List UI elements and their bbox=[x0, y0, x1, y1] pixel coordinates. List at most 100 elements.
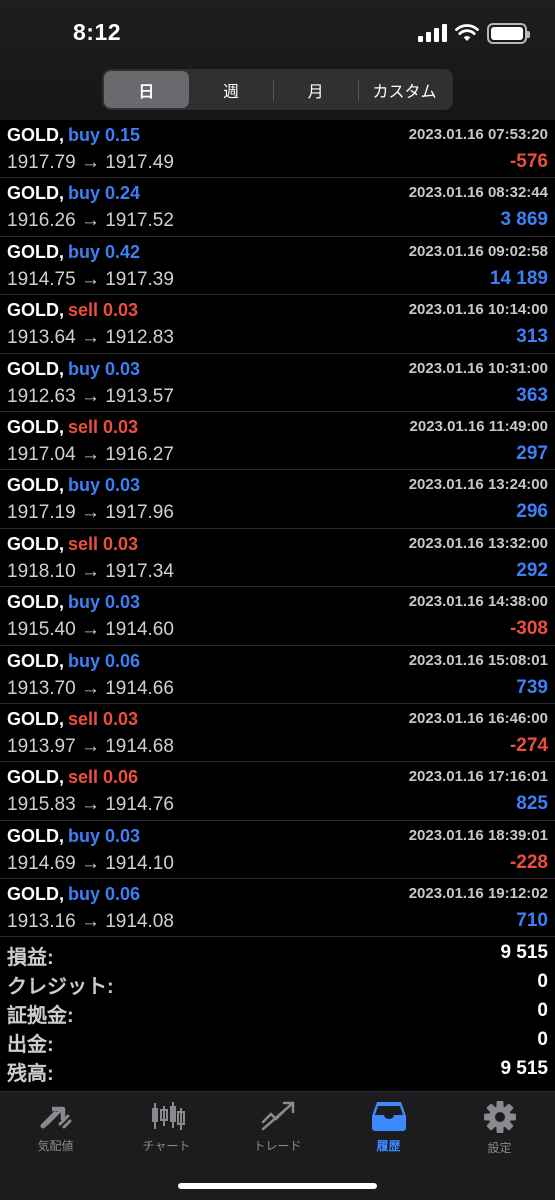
settings-icon bbox=[483, 1101, 516, 1133]
trade-row[interactable]: GOLD, sell 0.03 1918.10 → 1917.34 2023.01.1… bbox=[0, 529, 555, 588]
trade-row[interactable]: GOLD, buy 0.06 1913.16 → 1914.08 2023.01.16… bbox=[0, 879, 555, 938]
trade-prices: 1918.10 → 1917.34 bbox=[7, 560, 174, 582]
trade-profit: 3 869 bbox=[500, 209, 548, 231]
period-tab-week[interactable]: 週 bbox=[189, 71, 274, 108]
chart-icon bbox=[151, 1102, 185, 1130]
deal-type-volume: sell 0.03 bbox=[68, 708, 139, 729]
trade-time: 2023.01.16 07:53:20 bbox=[408, 126, 548, 143]
trade-row[interactable]: GOLD, buy 0.06 1913.70 → 1914.66 2023.01.16… bbox=[0, 646, 555, 704]
home-indicator bbox=[178, 1183, 377, 1189]
summary-balance: 残高: 9 515 bbox=[0, 1054, 555, 1085]
summary-value: 9 515 bbox=[500, 942, 548, 963]
tab-label: 気配値 bbox=[37, 1139, 74, 1153]
period-tab-custom[interactable]: カスタム bbox=[357, 71, 451, 108]
trade-time: 2023.01.16 13:32:00 bbox=[408, 534, 548, 552]
trade-time: 2023.01.16 13:24:00 bbox=[408, 476, 548, 494]
status-time: 8:12 bbox=[73, 19, 122, 45]
battery-icon bbox=[487, 22, 530, 44]
tab-quotes[interactable]: 気配値 bbox=[0, 1100, 111, 1154]
symbol-name: GOLD, bbox=[7, 241, 64, 262]
trade-prices: 1915.83 → 1914.76 bbox=[7, 794, 174, 816]
symbol-name: GOLD, bbox=[7, 358, 64, 379]
trade-row[interactable]: GOLD, sell 0.06 1915.83 → 1914.76 2023.01.1… bbox=[0, 762, 555, 821]
trade-profit: 710 bbox=[516, 910, 548, 932]
tab-settings[interactable]: 設定 bbox=[444, 1100, 555, 1156]
trade-row[interactable]: GOLD, buy 0.42 1914.75 → 1917.39 2023.01.16… bbox=[0, 237, 555, 296]
tab-label: トレード bbox=[253, 1139, 302, 1153]
deal-type-volume: sell 0.03 bbox=[68, 300, 139, 321]
summary-credit: クレジット: 0 bbox=[0, 967, 555, 998]
trade-symbol: GOLD, sell 0.06 bbox=[7, 767, 138, 788]
trade-prices: 1915.40 → 1914.60 bbox=[7, 619, 174, 641]
trade-symbol: GOLD, buy 0.06 bbox=[7, 651, 140, 672]
period-segmented-control: 日 週 月 カスタム bbox=[102, 69, 453, 110]
tab-trade[interactable]: トレード bbox=[222, 1100, 333, 1154]
trade-prices: 1917.04 → 1916.27 bbox=[7, 443, 174, 465]
trade-row[interactable]: GOLD, buy 0.03 1915.40 → 1914.60 2023.01.16… bbox=[0, 587, 555, 646]
trade-row[interactable]: GOLD, buy 0.03 1912.63 → 1913.57 2023.01.16… bbox=[0, 354, 555, 412]
trade-row[interactable]: GOLD, buy 0.03 1917.19 → 1917.96 2023.01.16… bbox=[0, 470, 555, 529]
trade-profit: -228 bbox=[509, 851, 548, 873]
trade-symbol: GOLD, buy 0.03 bbox=[7, 475, 140, 496]
trade-symbol: GOLD, buy 0.06 bbox=[7, 884, 140, 905]
trade-profit: 292 bbox=[516, 559, 548, 581]
trade-profit: 296 bbox=[516, 501, 548, 523]
tab-label: 設定 bbox=[487, 1141, 512, 1155]
deal-type-volume: sell 0.03 bbox=[68, 416, 139, 437]
period-tab-month[interactable]: 月 bbox=[273, 71, 358, 108]
summary-value: 9 515 bbox=[500, 1058, 548, 1079]
trade-time: 2023.01.16 18:39:01 bbox=[408, 826, 548, 844]
deal-type-volume: sell 0.03 bbox=[68, 533, 139, 554]
summary-value: 0 bbox=[537, 1000, 548, 1021]
summary-label: クレジット: bbox=[7, 976, 114, 998]
trade-profit: -576 bbox=[509, 151, 548, 172]
trade-prices: 1913.97 → 1914.68 bbox=[7, 735, 174, 757]
cellular-signal-icon bbox=[418, 24, 447, 42]
wifi-icon bbox=[455, 24, 479, 41]
trade-row[interactable]: GOLD, sell 0.03 1913.64 → 1912.83 2023.01.1… bbox=[0, 295, 555, 354]
summary: 損益: 9 515 クレジット: 0 証拠金: 0 出金: 0 残高: 9 51… bbox=[0, 938, 555, 1085]
trade-prices: 1917.79 → 1917.49 bbox=[7, 152, 174, 173]
deal-type-volume: buy 0.42 bbox=[68, 241, 141, 262]
trade-time: 2023.01.16 16:46:00 bbox=[408, 709, 548, 727]
trade-symbol: GOLD, buy 0.03 bbox=[7, 826, 140, 847]
trade-time: 2023.01.16 19:12:02 bbox=[408, 885, 548, 903]
trade-time: 2023.01.16 10:14:00 bbox=[408, 301, 548, 319]
symbol-name: GOLD, bbox=[7, 825, 64, 846]
deal-type-volume: buy 0.03 bbox=[68, 825, 141, 846]
trade-row[interactable]: GOLD, sell 0.03 1913.97 → 1914.68 2023.01.1… bbox=[0, 704, 555, 763]
trade-symbol: GOLD, sell 0.03 bbox=[7, 417, 138, 438]
summary-label: 残高: bbox=[7, 1063, 54, 1085]
period-tab-day[interactable]: 日 bbox=[104, 71, 189, 108]
trade-prices: 1914.69 → 1914.10 bbox=[7, 852, 174, 874]
trade-symbol: GOLD, sell 0.03 bbox=[7, 534, 138, 555]
tab-label: チャート bbox=[142, 1139, 191, 1153]
trade-row[interactable]: GOLD, sell 0.03 1917.04 → 1916.27 2023.01.1… bbox=[0, 412, 555, 471]
trade-profit: 739 bbox=[516, 676, 548, 698]
tab-chart[interactable]: チャート bbox=[111, 1100, 222, 1154]
summary-margin: 証拠金: 0 bbox=[0, 996, 555, 1027]
trade-time: 2023.01.16 11:49:00 bbox=[409, 417, 548, 435]
trade-symbol: GOLD, buy 0.24 bbox=[7, 183, 140, 204]
summary-label: 出金: bbox=[7, 1034, 54, 1056]
trade-profit: 297 bbox=[516, 442, 548, 464]
trade-row[interactable]: GOLD, buy 0.03 1914.69 → 1914.10 2023.01.16… bbox=[0, 821, 555, 880]
history-icon bbox=[371, 1102, 406, 1131]
trade-row[interactable]: GOLD, buy 0.15 1917.79 → 1917.49 2023.01.16… bbox=[0, 120, 555, 179]
trade-profit: 363 bbox=[516, 384, 548, 406]
trade-profit: -274 bbox=[509, 734, 548, 756]
trade-time: 2023.01.16 15:08:01 bbox=[408, 651, 548, 669]
trade-row[interactable]: GOLD, buy 0.24 1916.26 → 1917.52 2023.01.16… bbox=[0, 178, 555, 237]
trade-symbol: GOLD, buy 0.15 bbox=[7, 125, 140, 146]
symbol-name: GOLD, bbox=[7, 884, 64, 905]
tab-history[interactable]: 履歴 bbox=[333, 1100, 444, 1154]
quotes-icon bbox=[40, 1106, 71, 1129]
deal-type-volume: buy 0.15 bbox=[68, 125, 141, 145]
trade-prices: 1917.19 → 1917.96 bbox=[7, 502, 174, 524]
summary-profit: 損益: 9 515 bbox=[0, 938, 555, 969]
symbol-name: GOLD, bbox=[7, 183, 64, 204]
trade-icon bbox=[261, 1101, 294, 1131]
trade-time: 2023.01.16 14:38:00 bbox=[408, 593, 548, 611]
trade-time: 2023.01.16 08:32:44 bbox=[408, 184, 548, 202]
trade-profit: -308 bbox=[509, 618, 548, 640]
